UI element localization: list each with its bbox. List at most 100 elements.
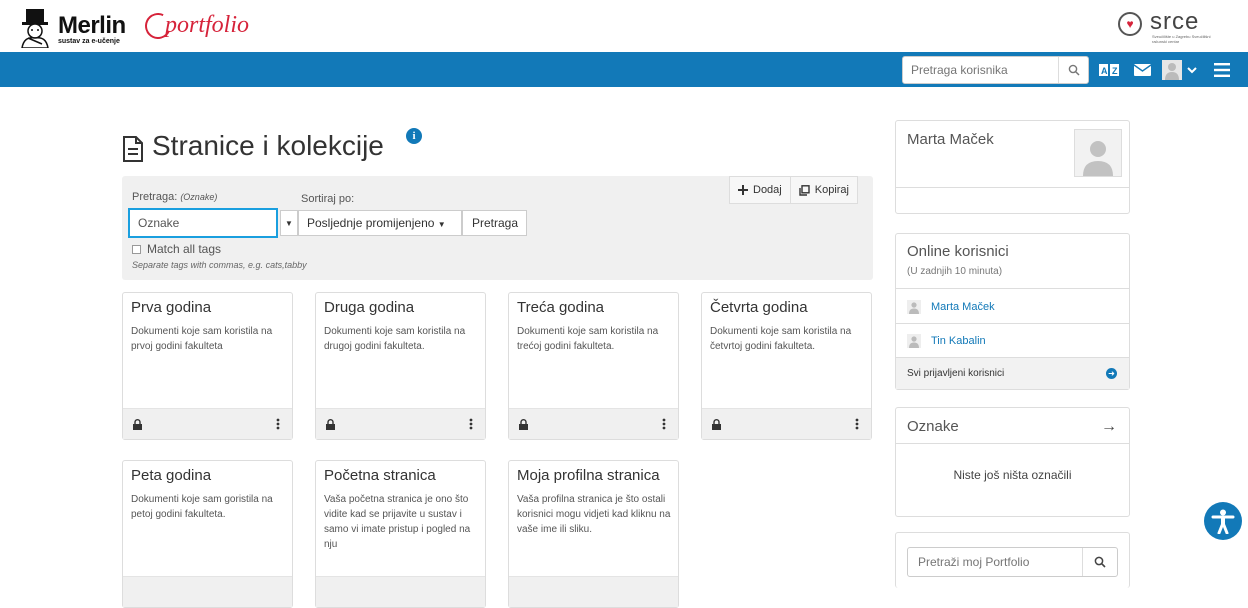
online-user-name: Marta Maček xyxy=(931,301,995,313)
profile-avatar[interactable] xyxy=(1074,129,1122,177)
card-footer xyxy=(123,408,292,439)
page-card[interactable]: Moja profilna stranica Vaša profilna str… xyxy=(508,460,679,608)
accessibility-icon xyxy=(1211,509,1235,534)
portfolio-search-input[interactable] xyxy=(908,548,1084,576)
portfolio-search xyxy=(907,547,1118,577)
merlin-logo[interactable]: Merlin sustav za e-učenje xyxy=(12,8,132,48)
eportfolio-text: portfolio xyxy=(165,12,250,38)
all-online-users-label: Svi prijavljeni korisnici xyxy=(907,368,1005,379)
tags-block: Oznake → Niste još ništa označili xyxy=(895,407,1130,517)
divider xyxy=(896,323,1129,324)
user-avatar-icon xyxy=(907,300,921,314)
tags-empty-message: Niste još ništa označili xyxy=(953,468,1072,482)
more-options-icon[interactable] xyxy=(855,418,859,430)
user-search-input[interactable] xyxy=(903,57,1059,83)
srce-subtitle: Sveučilište u Zagrebu Sveučilišni računs… xyxy=(1152,34,1211,44)
chevron-down-icon xyxy=(1186,66,1197,73)
main-menu-button[interactable] xyxy=(1210,60,1234,80)
page-card[interactable]: Prva godina Dokumenti koje sam koristila… xyxy=(122,292,293,440)
user-search-button[interactable] xyxy=(1059,57,1088,83)
search-icon xyxy=(1068,64,1080,76)
user-avatar-icon xyxy=(907,334,921,348)
page-title: Stranice i kolekcije xyxy=(152,130,384,161)
card-title: Početna stranica xyxy=(324,467,436,484)
arrow-right-icon[interactable]: → xyxy=(1101,418,1117,436)
tags-title[interactable]: Oznake xyxy=(907,418,959,435)
main-navbar: AZ xyxy=(0,52,1248,87)
user-search xyxy=(902,56,1089,84)
card-title: Moja profilna stranica xyxy=(517,467,660,484)
portfolio-search-button[interactable] xyxy=(1083,548,1117,576)
profile-block: Marta Maček xyxy=(895,120,1130,214)
portfolio-search-block xyxy=(895,532,1130,588)
page-card[interactable]: Druga godina Dokumenti koje sam koristil… xyxy=(315,292,486,440)
card-title: Četvrta godina xyxy=(710,299,808,316)
merlin-title: Merlin xyxy=(58,12,126,39)
document-icon xyxy=(123,136,143,162)
envelope-icon xyxy=(1133,64,1151,76)
copy-icon xyxy=(799,184,810,196)
search-icon xyxy=(1094,556,1106,568)
merlin-wizard-icon xyxy=(21,9,49,48)
language-button[interactable]: AZ xyxy=(1097,60,1121,80)
card-footer xyxy=(316,576,485,607)
more-options-icon[interactable] xyxy=(469,418,473,430)
more-options-icon[interactable] xyxy=(276,418,280,430)
user-menu-button[interactable] xyxy=(1159,60,1199,80)
sort-select[interactable]: Posljednje promijenjeno ▼ xyxy=(298,210,462,236)
match-all-label: Match all tags xyxy=(147,242,222,256)
page-card[interactable]: Početna stranica Vaša početna stranica j… xyxy=(315,460,486,608)
merlin-subtitle: sustav za e-učenje xyxy=(58,38,120,45)
lock-icon xyxy=(712,419,721,430)
online-users-block: Online korisnici (U zadnjih 10 minuta) M… xyxy=(895,233,1130,390)
search-type-dropdown[interactable]: ▼ xyxy=(280,210,298,236)
divider xyxy=(896,187,1129,188)
card-description: Dokumenti koje sam koristila na četvrtoj… xyxy=(710,326,852,352)
online-user-item[interactable]: Tin Kabalin xyxy=(907,334,986,348)
srce-logo[interactable]: ♥ srce Sveučilište u Zagrebu Sveučilišni… xyxy=(1118,8,1228,44)
search-button[interactable]: Pretraga xyxy=(462,210,527,236)
card-footer xyxy=(123,576,292,607)
card-description: Dokumenti koje sam koristila na prvoj go… xyxy=(131,326,273,352)
card-footer xyxy=(509,576,678,607)
page-card[interactable]: Peta godina Dokumenti koje sam goristila… xyxy=(122,460,293,608)
user-avatar-icon xyxy=(1161,60,1182,80)
profile-name[interactable]: Marta Maček xyxy=(907,131,994,148)
card-description: Dokumenti koje sam koristila na drugoj g… xyxy=(324,326,466,352)
sort-label: Sortiraj po: xyxy=(301,193,355,205)
srce-text: srce xyxy=(1150,8,1200,35)
page-card[interactable]: Treća godina Dokumenti koje sam koristil… xyxy=(508,292,679,440)
divider xyxy=(896,288,1129,289)
page-card[interactable]: Četvrta godina Dokumenti koje sam korist… xyxy=(701,292,872,440)
card-title: Peta godina xyxy=(131,467,212,484)
card-footer xyxy=(702,408,871,439)
online-users-subtitle: (U zadnjih 10 minuta) xyxy=(907,266,1003,277)
card-title: Druga godina xyxy=(324,299,415,316)
svg-text:Z: Z xyxy=(1112,66,1118,76)
copy-button[interactable]: Kopiraj xyxy=(789,177,857,203)
caret-down-icon: ▼ xyxy=(285,218,293,228)
user-silhouette-icon xyxy=(1083,141,1113,176)
search-label-hint: (Oznake) xyxy=(180,192,218,202)
online-user-item[interactable]: Marta Maček xyxy=(907,300,995,314)
messages-button[interactable] xyxy=(1131,60,1153,80)
copy-button-label: Kopiraj xyxy=(814,184,849,196)
all-online-users-link[interactable]: Svi prijavljeni korisnici ➜ xyxy=(896,357,1129,389)
search-label: Pretraga: (Oznake) xyxy=(132,191,218,203)
more-options-icon[interactable] xyxy=(662,418,666,430)
az-language-icon: AZ xyxy=(1099,64,1119,76)
card-description: Dokumenti koje sam goristila na petoj go… xyxy=(131,494,273,520)
search-type-select[interactable]: Oznake xyxy=(128,208,278,238)
card-footer xyxy=(509,408,678,439)
page-actions: Dodaj Kopiraj xyxy=(729,176,858,204)
info-icon[interactable]: i xyxy=(406,128,422,144)
match-all-tags[interactable]: Match all tags xyxy=(132,242,221,256)
caret-down-icon: ▼ xyxy=(437,220,446,229)
card-title: Prva godina xyxy=(131,299,212,316)
lock-icon xyxy=(133,419,142,430)
online-users-title: Online korisnici xyxy=(907,243,1009,260)
match-all-checkbox[interactable] xyxy=(132,244,141,254)
add-button[interactable]: Dodaj xyxy=(730,177,790,203)
accessibility-button[interactable] xyxy=(1204,502,1242,540)
svg-text:A: A xyxy=(1101,66,1108,76)
